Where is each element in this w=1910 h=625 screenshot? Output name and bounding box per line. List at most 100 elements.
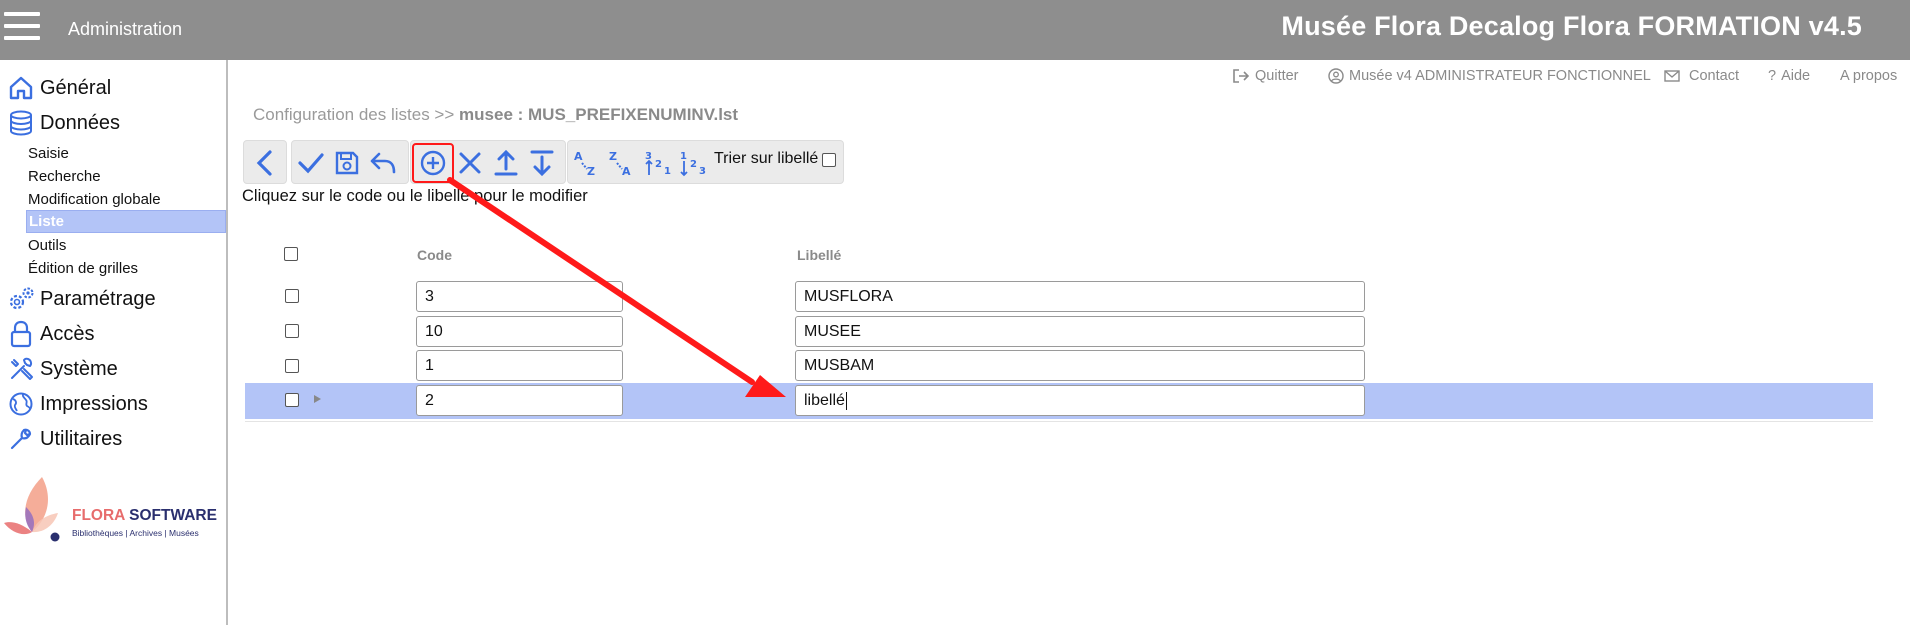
sort-az-button[interactable]: AZ [571, 146, 605, 180]
about-link[interactable]: A propos [1840, 68, 1897, 84]
text-caret [845, 391, 847, 410]
globe-icon [4, 390, 38, 418]
gears-icon [4, 285, 38, 313]
sidebar-item-utilitaires[interactable]: Utilitaires [0, 423, 226, 455]
home-icon [4, 74, 38, 102]
undo-icon [370, 152, 396, 174]
sort-az-icon: AZ [574, 150, 595, 178]
sort-num-desc-icon: 321 [645, 151, 671, 177]
logout-icon [1233, 69, 1250, 83]
annotation-arrow [447, 177, 786, 397]
sidebar-item-label: Utilitaires [40, 427, 123, 450]
sidebar-subitem-modification-globale[interactable]: Modification globale [26, 188, 226, 211]
section-title: Administration [68, 19, 183, 39]
svg-text:2: 2 [690, 159, 697, 170]
move-top-icon [494, 149, 518, 176]
flora-flower-icon [4, 477, 60, 542]
svg-text:Z: Z [587, 165, 595, 178]
user-circle-icon [1328, 68, 1344, 84]
quit-link[interactable]: Quitter [1232, 68, 1299, 84]
column-header-label: Libellé [797, 247, 842, 263]
row-checkbox[interactable] [285, 289, 299, 303]
svg-text:2: 2 [655, 159, 662, 170]
label-input[interactable]: MUSBAM [795, 350, 1365, 381]
code-input[interactable]: 10 [416, 316, 623, 347]
toolbar-edit-group [291, 140, 409, 184]
sidebar-item-label: Données [40, 111, 121, 134]
add-button[interactable] [412, 143, 454, 183]
breadcrumb-prefix: Configuration des listes >> [253, 105, 455, 124]
row-checkbox[interactable] [285, 324, 299, 338]
sidebar-item-acces[interactable]: Accès [0, 318, 226, 350]
question-icon: ? [1768, 68, 1777, 84]
sidebar-item-donnees[interactable]: Données [0, 107, 226, 139]
sidebar-subitem-saisie[interactable]: Saisie [26, 142, 226, 165]
toolbar-nav-group [243, 140, 287, 184]
undo-button[interactable] [366, 146, 400, 180]
delete-button[interactable] [453, 146, 487, 180]
sidebar-subitem-liste[interactable]: Liste [26, 210, 226, 233]
code-input[interactable]: 2 [416, 385, 623, 416]
row-checkbox[interactable] [285, 359, 299, 373]
sidebar-item-general[interactable]: Général [0, 72, 226, 104]
table-divider [245, 421, 1873, 422]
sidebar-subitem-outils[interactable]: Outils [26, 234, 226, 257]
top-bar: Administration Musée Flora Decalog Flora… [0, 0, 1910, 60]
contact-label: Contact [1689, 68, 1739, 84]
sidebar-item-impressions[interactable]: Impressions [0, 388, 226, 420]
sidebar-item-label: Général [40, 76, 112, 99]
user-label: Musée v4 ADMINISTRATEUR FONCTIONNEL [1349, 68, 1651, 84]
move-up-button[interactable] [489, 146, 523, 180]
row-checkbox[interactable] [285, 393, 299, 407]
sidebar-item-label: Système [40, 357, 118, 380]
sidebar: Général Données Saisie Recherche Modific… [0, 60, 228, 625]
sort-za-button[interactable]: ZA [606, 146, 640, 180]
save-icon [335, 151, 359, 175]
validate-icon [298, 153, 324, 174]
tools-icon [4, 355, 38, 383]
svg-text:1: 1 [664, 166, 671, 177]
delete-icon [459, 152, 481, 174]
hint-text: Cliquez sur le code ou le libellé pour l… [242, 187, 588, 205]
code-input[interactable]: 1 [416, 350, 623, 381]
database-icon [4, 109, 38, 137]
svg-text:3: 3 [699, 166, 706, 177]
user-link[interactable]: Musée v4 ADMINISTRATEUR FONCTIONNEL [1328, 68, 1651, 84]
label-input-active[interactable]: libellé [795, 385, 1365, 416]
move-bottom-icon [530, 150, 554, 177]
sidebar-subitem-edition-de-grilles[interactable]: Édition de grilles [26, 257, 226, 280]
label-input[interactable]: MUSFLORA [795, 281, 1365, 312]
wrench-icon [4, 425, 38, 453]
sort-num-desc-button[interactable]: 321 [641, 146, 675, 180]
select-all-checkbox[interactable] [284, 247, 298, 261]
quit-label: Quitter [1255, 68, 1299, 84]
help-label: Aide [1781, 68, 1811, 84]
sort-num-asc-icon: 123 [680, 151, 706, 177]
toolbar-list-group [410, 140, 566, 184]
validate-button[interactable] [294, 146, 328, 180]
lock-icon [4, 320, 38, 348]
contact-link[interactable]: Contact [1664, 68, 1739, 84]
sidebar-item-parametrage[interactable]: Paramétrage [0, 283, 226, 315]
back-button[interactable] [248, 146, 282, 180]
move-down-button[interactable] [525, 146, 559, 180]
logo-tagline: Bibliothèques | Archives | Musées [72, 528, 199, 538]
label-input-value: libellé [804, 391, 845, 409]
sort-by-label-checkbox[interactable] [822, 153, 836, 167]
svg-text:A: A [574, 150, 583, 163]
sidebar-item-systeme[interactable]: Système [0, 353, 226, 385]
app-title: Musée Flora Decalog Flora FORMATION v4.5 [1281, 11, 1862, 41]
logo-brand: FLORA SOFTWARE [72, 507, 217, 524]
breadcrumb-current: musee : MUS_PREFIXENUMINV.lst [459, 105, 739, 124]
label-input[interactable]: MUSEE [795, 316, 1365, 347]
sort-za-icon: ZA [609, 150, 631, 178]
sidebar-item-label: Paramétrage [40, 287, 156, 310]
sidebar-subitem-recherche[interactable]: Recherche [26, 165, 226, 188]
save-button[interactable] [330, 146, 364, 180]
hamburger-icon[interactable] [4, 12, 40, 42]
row-expand-icon[interactable] [314, 395, 321, 403]
breadcrumb: Configuration des listes >> musee : MUS_… [253, 105, 738, 125]
sort-num-asc-button[interactable]: 123 [676, 146, 710, 180]
help-link[interactable]: ? Aide [1768, 68, 1810, 84]
code-input[interactable]: 3 [416, 281, 623, 312]
